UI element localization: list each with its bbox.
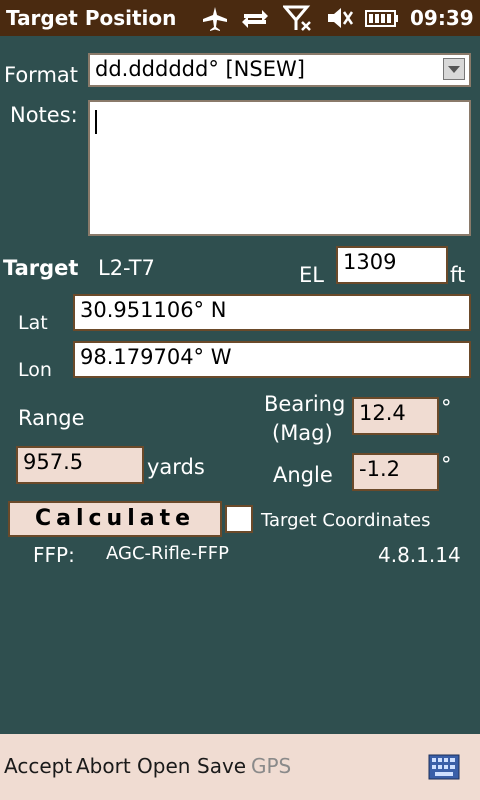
range-label: Range [18, 406, 85, 430]
version-text: 4.8.1.14 [378, 543, 461, 567]
volume-mute-icon [328, 8, 354, 28]
bearing-mag-label: (Mag) [272, 421, 333, 445]
format-select-value: dd.dddddd° [NSEW] [95, 57, 305, 81]
lat-label: Lat [18, 312, 48, 334]
angle-value: -1.2 [359, 457, 400, 481]
abort-menu-item[interactable]: Abort [76, 754, 131, 778]
latitude-field[interactable]: 30.951106° N [73, 294, 471, 331]
save-menu-item[interactable]: Save [197, 754, 246, 778]
format-select[interactable]: dd.dddddd° [NSEW] [88, 53, 471, 87]
elevation-field[interactable]: 1309 [336, 246, 448, 284]
sync-arrows-icon [242, 10, 268, 28]
angle-label: Angle [273, 463, 333, 487]
range-field[interactable]: 957.5 [16, 446, 144, 484]
format-label: Format [4, 63, 79, 87]
clock: 09:39 [410, 6, 474, 30]
chevron-down-icon[interactable] [443, 58, 465, 80]
lon-label: Lon [18, 359, 52, 381]
keyboard-icon[interactable] [428, 754, 460, 780]
airplane-icon [203, 7, 227, 31]
range-value: 957.5 [23, 450, 84, 474]
bottom-menu-bar: Accept Abort Open Save GPS [0, 734, 480, 800]
no-signal-icon [283, 5, 311, 31]
open-menu-item[interactable]: Open [137, 754, 190, 778]
target-coordinates-checkbox[interactable] [225, 505, 253, 533]
angle-field[interactable]: -1.2 [352, 453, 439, 491]
bearing-label: Bearing [264, 392, 346, 416]
gps-menu-item[interactable]: GPS [251, 754, 291, 778]
angle-unit: ° [441, 453, 452, 477]
ffp-value: AGC-Rifle-FFP [106, 543, 229, 564]
elevation-unit: ft [450, 263, 466, 287]
longitude-field[interactable]: 98.179704° W [73, 341, 471, 378]
bearing-unit: ° [441, 396, 452, 420]
window-title: Target Position [6, 6, 177, 30]
bearing-field[interactable]: 12.4 [352, 397, 439, 435]
latitude-value: 30.951106° N [80, 298, 227, 322]
range-unit: yards [147, 455, 205, 479]
accept-menu-item[interactable]: Accept [4, 754, 72, 778]
bearing-value: 12.4 [359, 401, 406, 425]
elevation-value: 1309 [343, 250, 397, 274]
calculate-button[interactable]: Calculate [8, 501, 222, 537]
target-coordinates-label: Target Coordinates [261, 510, 431, 531]
battery-icon [365, 10, 398, 27]
notes-label: Notes: [10, 103, 78, 127]
el-label: EL [299, 263, 324, 287]
notes-textarea[interactable] [88, 100, 471, 236]
longitude-value: 98.179704° W [80, 345, 232, 369]
target-label: Target [3, 256, 79, 280]
text-cursor [95, 110, 97, 134]
ffp-label: FFP: [33, 543, 75, 567]
target-id: L2-T7 [98, 256, 155, 280]
status-bar: Target Position 09:39 [0, 0, 480, 36]
